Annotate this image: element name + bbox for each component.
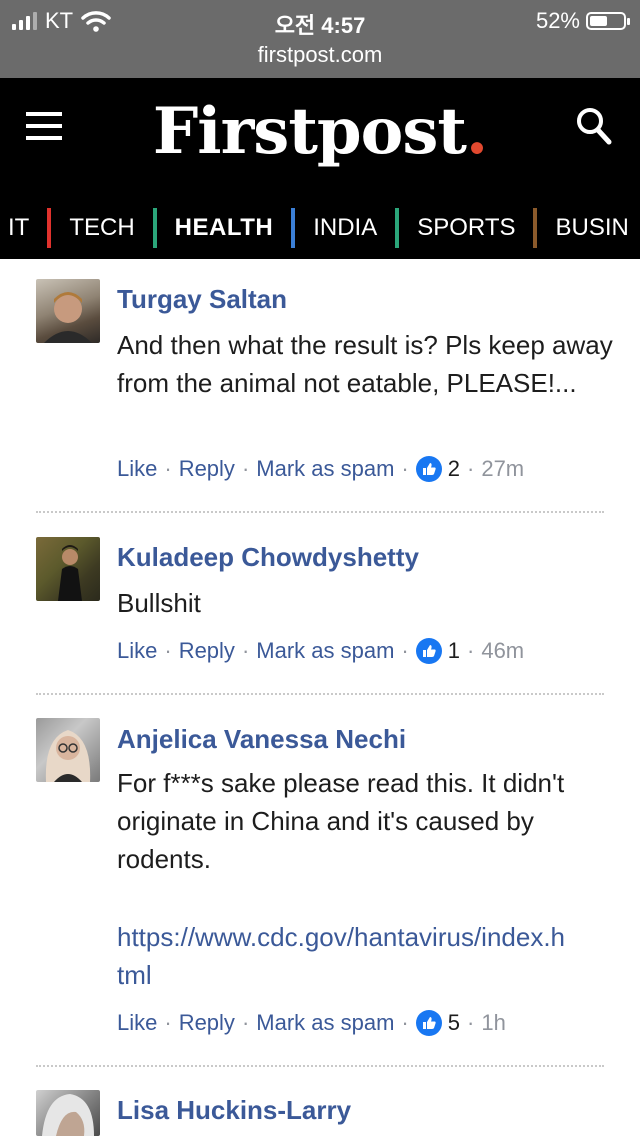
- comment-link[interactable]: https://www.cdc.gov/hantavirus/index.h tm…: [117, 918, 617, 994]
- like-link[interactable]: Like: [117, 456, 157, 482]
- mark-spam-link[interactable]: Mark as spam: [256, 1010, 394, 1036]
- avatar[interactable]: [36, 279, 100, 343]
- nav-item-label: HEALTH: [174, 214, 274, 241]
- nav-item-label: TECH: [69, 214, 135, 241]
- nav-item-it[interactable]: IT: [8, 208, 69, 248]
- nav-item-busin[interactable]: BUSIN: [555, 208, 628, 248]
- comment-link-line: tml: [117, 960, 152, 990]
- like-link[interactable]: Like: [117, 638, 157, 664]
- category-nav: IT TECH HEALTH INDIA SPORTS BUSIN: [0, 190, 640, 259]
- like-count: 5: [447, 1010, 460, 1035]
- separator-dot: ·: [164, 1010, 172, 1035]
- reply-link[interactable]: Reply: [179, 638, 235, 664]
- logo-dot: .: [465, 94, 488, 169]
- separator-dot: ·: [164, 456, 172, 481]
- separator-dot: ·: [241, 456, 250, 481]
- nav-item-label: INDIA: [313, 214, 378, 241]
- nav-item-label: SPORTS: [417, 214, 516, 241]
- like-link[interactable]: Like: [117, 1010, 157, 1036]
- comment-divider: [36, 1065, 604, 1067]
- comment-text: And then what the result is? Pls keep aw…: [117, 330, 620, 398]
- site-logo[interactable]: Firstpost.: [0, 94, 640, 169]
- nav-item-health[interactable]: HEALTH: [175, 208, 314, 248]
- nav-item-label: IT: [8, 214, 30, 241]
- status-right: 52%: [535, 8, 630, 34]
- separator-dot: ·: [241, 1010, 250, 1035]
- separator-dot: ·: [401, 638, 409, 663]
- nav-separator: [291, 208, 296, 248]
- url-bar[interactable]: firstpost.com: [0, 42, 640, 68]
- avatar[interactable]: [36, 718, 100, 782]
- comment-author[interactable]: Lisa Huckins-Larry: [117, 1095, 351, 1126]
- comment-author[interactable]: Turgay Saltan: [117, 284, 287, 315]
- battery-level-fill: [590, 16, 607, 26]
- search-icon[interactable]: [576, 106, 612, 146]
- separator-dot: ·: [467, 638, 475, 663]
- comment-time[interactable]: 1h: [481, 1010, 505, 1036]
- comment-actions: Like · Reply · Mark as spam · 5 · 1h: [117, 1010, 506, 1036]
- separator-dot: ·: [241, 638, 250, 663]
- site-header: Firstpost.: [0, 78, 640, 190]
- comment-text: For f***s sake please read this. It didn…: [117, 768, 572, 874]
- separator-dot: ·: [164, 638, 172, 663]
- separator-dot: ·: [467, 1010, 475, 1035]
- reply-link[interactable]: Reply: [179, 456, 235, 482]
- thumbs-up-icon: [415, 638, 442, 664]
- avatar[interactable]: [36, 1090, 100, 1136]
- battery-icon: [586, 12, 630, 30]
- category-nav-list: IT TECH HEALTH INDIA SPORTS BUSIN: [8, 208, 629, 248]
- comment-time[interactable]: 27m: [481, 456, 524, 482]
- nav-item-label: BUSIN: [555, 214, 629, 241]
- separator-dot: ·: [401, 1010, 409, 1035]
- comment-author[interactable]: Anjelica Vanessa Nechi: [117, 724, 406, 755]
- thumbs-up-icon: [415, 1010, 442, 1036]
- nav-separator: [395, 208, 400, 248]
- mark-spam-link[interactable]: Mark as spam: [256, 638, 394, 664]
- comment-actions: Like · Reply · Mark as spam · 1 · 46m: [117, 638, 524, 664]
- comment-divider: [36, 693, 604, 695]
- nav-separator: [533, 208, 538, 248]
- comment-text: Bullshit: [117, 588, 201, 618]
- nav-item-tech[interactable]: TECH: [69, 208, 174, 248]
- comment-link-line: https://www.cdc.gov/hantavirus/index.h: [117, 922, 566, 952]
- comment-time[interactable]: 46m: [481, 638, 524, 664]
- separator-dot: ·: [467, 456, 475, 481]
- nav-separator: [47, 208, 52, 248]
- like-count: 2: [447, 456, 460, 481]
- reply-link[interactable]: Reply: [179, 1010, 235, 1036]
- comment-actions: Like · Reply · Mark as spam · 2 · 27m: [117, 456, 524, 482]
- status-bar: KT 오전 4:57 52% firstpost.com: [0, 0, 640, 78]
- comment-author[interactable]: Kuladeep Chowdyshetty: [117, 542, 419, 573]
- like-count: 1: [447, 638, 460, 663]
- separator-dot: ·: [401, 456, 409, 481]
- nav-item-india[interactable]: INDIA: [313, 208, 417, 248]
- avatar[interactable]: [36, 537, 100, 601]
- thumbs-up-icon: [415, 456, 442, 482]
- comment-divider: [36, 511, 604, 513]
- nav-item-sports[interactable]: SPORTS: [417, 208, 555, 248]
- mark-spam-link[interactable]: Mark as spam: [256, 456, 394, 482]
- nav-separator: [152, 208, 157, 248]
- battery-percent: 52%: [535, 8, 580, 33]
- logo-text: Firstpost: [152, 94, 467, 169]
